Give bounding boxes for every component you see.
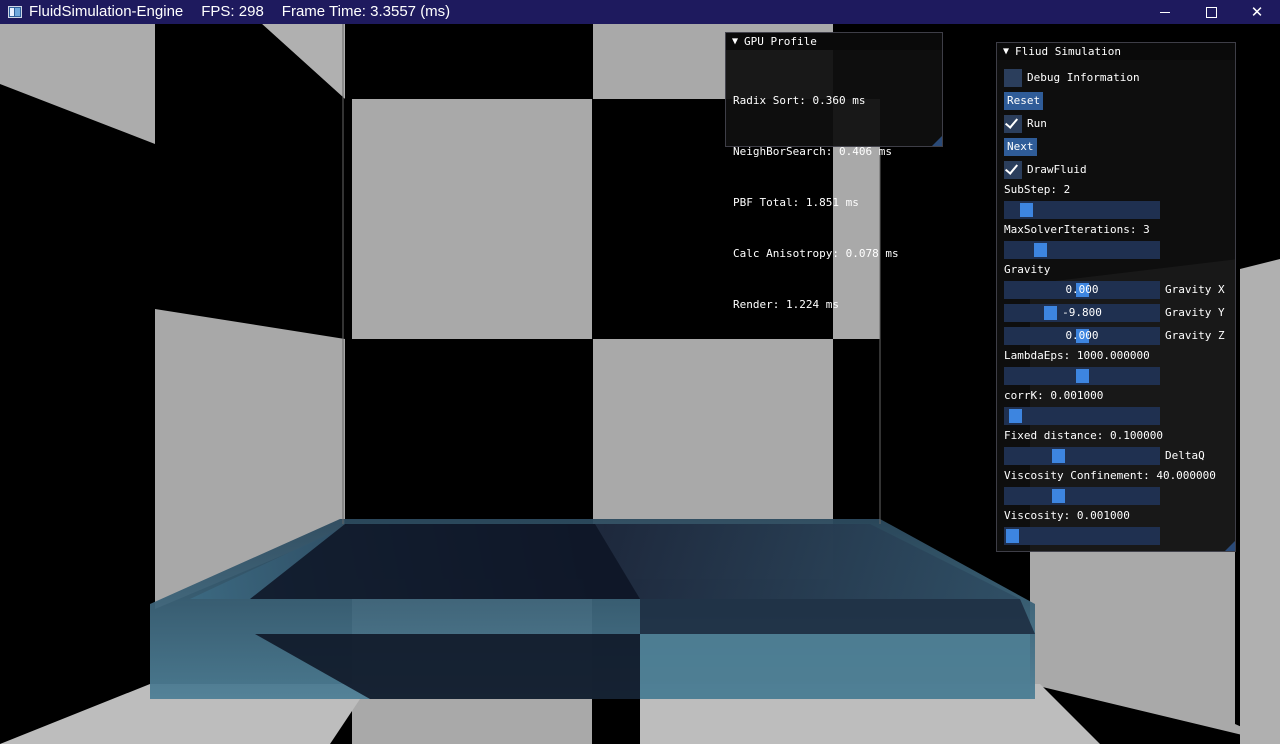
collapse-triangle-icon[interactable]: ▼	[732, 36, 738, 47]
substep-slider[interactable]	[1004, 201, 1160, 219]
fluid-panel-title: Fliud Simulation	[1015, 45, 1121, 58]
viscosity-slider[interactable]	[1004, 527, 1160, 545]
maximize-icon	[1205, 6, 1217, 18]
minimize-icon	[1160, 11, 1170, 13]
corrk-slider[interactable]	[1004, 407, 1160, 425]
fixed-distance-label: Fixed distance: 0.100000	[1004, 429, 1163, 442]
gravity-z-label: Gravity Z	[1165, 329, 1225, 342]
gravity-label: Gravity	[1004, 263, 1051, 276]
slider-grab[interactable]	[1034, 243, 1047, 257]
draw-fluid-label: DrawFluid	[1027, 163, 1087, 176]
gravity-x-value: 0.000	[1065, 283, 1099, 296]
gravity-y-slider[interactable]: -9.800	[1004, 304, 1160, 322]
gpu-profile-header[interactable]: ▼ GPU Profile	[726, 33, 942, 50]
slider-grab[interactable]	[1020, 203, 1033, 217]
title-bar[interactable]: FluidSimulation-Engine FPS: 298 Frame Ti…	[0, 0, 1280, 24]
viscosity-label: Viscosity: 0.001000	[1004, 509, 1130, 522]
slider-grab[interactable]	[1006, 529, 1019, 543]
collapse-triangle-icon[interactable]: ▼	[1003, 46, 1009, 57]
max-solver-iterations-slider[interactable]	[1004, 241, 1160, 259]
window-title: FluidSimulation-Engine	[29, 3, 184, 20]
slider-grab[interactable]	[1052, 449, 1065, 463]
viscosity-confinement-slider[interactable]	[1004, 487, 1160, 505]
gpu-profile-line: Render: 1.224 ms	[733, 298, 839, 311]
next-button[interactable]: Next	[1004, 138, 1037, 156]
fps-readout: FPS: 298	[201, 3, 264, 20]
slider-grab[interactable]	[1076, 369, 1089, 383]
check-icon	[1004, 161, 1019, 175]
fixed-distance-slider[interactable]	[1004, 447, 1160, 465]
reset-button[interactable]: Reset	[1004, 92, 1044, 110]
gravity-z-value: 0.000	[1065, 329, 1099, 342]
gravity-x-label: Gravity X	[1165, 283, 1225, 296]
lambda-eps-label: LambdaEps: 1000.000000	[1004, 349, 1150, 362]
resize-grip[interactable]	[1225, 541, 1235, 551]
gpu-profile-line: Radix Sort: 0.360 ms	[733, 94, 866, 107]
resize-grip[interactable]	[932, 136, 942, 146]
app-icon	[8, 6, 22, 18]
gpu-profile-window[interactable]: ▼ GPU Profile Radix Sort: 0.360 ms Neigh…	[725, 32, 943, 311]
run-checkbox[interactable]	[1004, 115, 1022, 133]
fluid-simulation-window[interactable]: ▼ Fliud Simulation Debug Information Res…	[996, 42, 1236, 552]
close-icon: ✕	[1250, 4, 1264, 21]
lambda-eps-slider[interactable]	[1004, 367, 1160, 385]
deltaq-label: DeltaQ	[1165, 449, 1205, 462]
draw-fluid-checkbox[interactable]	[1004, 161, 1022, 179]
gpu-profile-line: Calc Anisotropy: 0.078 ms	[733, 247, 899, 260]
slider-grab[interactable]	[1052, 489, 1065, 503]
slider-grab[interactable]	[1009, 409, 1022, 423]
gravity-y-label: Gravity Y	[1165, 306, 1225, 319]
gravity-y-value: -9.800	[1062, 306, 1102, 319]
gpu-profile-line: PBF Total: 1.851 ms	[733, 196, 859, 209]
fluid-panel-header[interactable]: ▼ Fliud Simulation	[997, 43, 1235, 60]
check-icon	[1004, 115, 1019, 129]
viscosity-confinement-label: Viscosity Confinement: 40.000000	[1004, 469, 1216, 482]
debug-information-checkbox[interactable]	[1004, 69, 1022, 87]
frame-time-readout: Frame Time: 3.3557 (ms)	[281, 3, 451, 20]
close-button[interactable]: ✕	[1234, 0, 1280, 24]
corrk-label: corrK: 0.001000	[1004, 389, 1104, 402]
gpu-profile-title: GPU Profile	[744, 35, 817, 48]
maximize-button[interactable]	[1188, 0, 1234, 24]
gpu-profile-line: NeighBorSearch: 0.406 ms	[733, 145, 892, 158]
debug-information-label: Debug Information	[1027, 71, 1140, 84]
run-label: Run	[1027, 117, 1047, 130]
gravity-x-slider[interactable]: 0.000	[1004, 281, 1160, 299]
substep-label: SubStep: 2	[1004, 183, 1071, 196]
max-solver-iterations-label: MaxSolverIterations: 3	[1004, 223, 1150, 236]
gravity-z-slider[interactable]: 0.000	[1004, 327, 1160, 345]
minimize-button[interactable]	[1142, 0, 1188, 24]
